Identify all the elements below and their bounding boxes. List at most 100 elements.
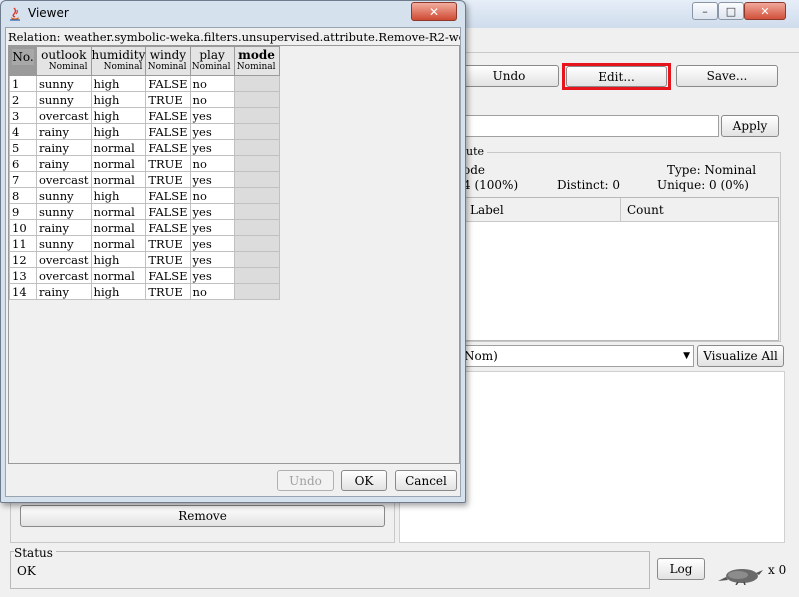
row-number-cell[interactable]: 12 (9, 251, 37, 268)
label-column-header[interactable]: Label (470, 203, 504, 217)
table-cell[interactable]: normal (90, 267, 147, 284)
viewer-titlebar[interactable]: Viewer ✕ (1, 1, 465, 27)
table-cell[interactable]: high (90, 91, 147, 108)
mode-cell[interactable] (233, 171, 280, 188)
table-cell[interactable]: yes (189, 267, 235, 284)
column-header-no[interactable]: No. (9, 46, 37, 76)
row-number-cell[interactable]: 3 (9, 107, 37, 124)
table-cell[interactable]: overcast (36, 251, 92, 268)
column-header-mode[interactable]: mode Nominal (233, 46, 280, 76)
row-number-cell[interactable]: 9 (9, 203, 37, 220)
mode-cell[interactable] (233, 123, 280, 140)
table-cell[interactable]: high (90, 75, 147, 92)
table-cell[interactable]: TRUE (145, 251, 191, 268)
column-header-humidity[interactable]: humidity Nominal (90, 46, 147, 76)
table-cell[interactable]: FALSE (145, 75, 191, 92)
row-number-cell[interactable]: 13 (9, 267, 37, 284)
table-cell[interactable]: sunny (36, 91, 92, 108)
row-number-cell[interactable]: 1 (9, 75, 37, 92)
table-cell[interactable]: overcast (36, 267, 92, 284)
close-button[interactable]: ✕ (744, 2, 786, 20)
visualize-all-button[interactable]: Visualize All (697, 345, 784, 367)
count-column-header[interactable]: Count (627, 203, 664, 217)
table-row[interactable]: 1 sunny high FALSE no (9, 75, 280, 92)
mode-cell[interactable] (233, 107, 280, 124)
mode-cell[interactable] (233, 75, 280, 92)
column-header-play[interactable]: play Nominal (189, 46, 235, 76)
table-cell[interactable]: overcast (36, 171, 92, 188)
save-button[interactable]: Save... (676, 65, 778, 87)
table-cell[interactable]: yes (189, 171, 235, 188)
table-row[interactable]: 2 sunny high TRUE no (9, 91, 280, 108)
table-cell[interactable]: yes (189, 123, 235, 140)
mode-cell[interactable] (233, 283, 280, 300)
ok-button[interactable]: OK (341, 470, 387, 491)
table-cell[interactable]: yes (189, 251, 235, 268)
row-number-cell[interactable]: 8 (9, 187, 37, 204)
mode-cell[interactable] (233, 187, 280, 204)
mode-cell[interactable] (233, 155, 280, 172)
table-cell[interactable]: overcast (36, 107, 92, 124)
table-cell[interactable]: normal (90, 155, 147, 172)
table-cell[interactable]: TRUE (145, 235, 191, 252)
table-cell[interactable]: normal (90, 203, 147, 220)
table-cell[interactable]: high (90, 283, 147, 300)
viewer-undo-button[interactable]: Undo (277, 470, 334, 491)
table-cell[interactable]: rainy (36, 123, 92, 140)
log-button[interactable]: Log (657, 558, 705, 580)
table-cell[interactable]: TRUE (145, 91, 191, 108)
table-cell[interactable]: yes (189, 139, 235, 156)
table-cell[interactable]: TRUE (145, 283, 191, 300)
data-table[interactable]: No. outlook Nominal humidity Nominal windy Nom… (9, 46, 280, 300)
row-number-cell[interactable]: 5 (9, 139, 37, 156)
table-cell[interactable]: high (90, 123, 147, 140)
table-cell[interactable]: rainy (36, 139, 92, 156)
table-row[interactable]: 9 sunny normal FALSE yes (9, 203, 280, 220)
mode-cell[interactable] (233, 139, 280, 156)
apply-button[interactable]: Apply (721, 115, 779, 137)
mode-cell[interactable] (233, 203, 280, 220)
table-cell[interactable]: FALSE (145, 187, 191, 204)
table-cell[interactable]: normal (90, 235, 147, 252)
mode-cell[interactable] (233, 267, 280, 284)
table-row[interactable]: 12 overcast high TRUE yes (9, 251, 280, 268)
table-row[interactable]: 8 sunny high FALSE no (9, 187, 280, 204)
table-cell[interactable]: TRUE (145, 171, 191, 188)
table-cell[interactable]: high (90, 107, 147, 124)
mode-cell[interactable] (233, 235, 280, 252)
minimize-button[interactable]: – (692, 2, 718, 20)
table-cell[interactable]: yes (189, 203, 235, 220)
table-cell[interactable]: FALSE (145, 123, 191, 140)
table-row[interactable]: 3 overcast high FALSE yes (9, 107, 280, 124)
mode-cell[interactable] (233, 219, 280, 236)
table-cell[interactable]: no (189, 75, 235, 92)
undo-button[interactable]: Undo (459, 65, 559, 87)
table-row[interactable]: 10 rainy normal FALSE yes (9, 219, 280, 236)
mode-cell[interactable] (233, 251, 280, 268)
table-cell[interactable]: rainy (36, 219, 92, 236)
table-cell[interactable]: no (189, 155, 235, 172)
maximize-button[interactable]: □ (718, 2, 744, 20)
row-number-cell[interactable]: 4 (9, 123, 37, 140)
table-row[interactable]: 14 rainy high TRUE no (9, 283, 280, 300)
row-number-cell[interactable]: 10 (9, 219, 37, 236)
data-table-viewport[interactable]: No. outlook Nominal humidity Nominal windy Nom… (8, 45, 460, 464)
table-cell[interactable]: sunny (36, 235, 92, 252)
mode-cell[interactable] (233, 91, 280, 108)
table-cell[interactable]: FALSE (145, 139, 191, 156)
table-cell[interactable]: rainy (36, 155, 92, 172)
table-cell[interactable]: yes (189, 235, 235, 252)
viewer-close-button[interactable]: ✕ (411, 2, 457, 21)
table-cell[interactable]: TRUE (145, 155, 191, 172)
table-cell[interactable]: rainy (36, 283, 92, 300)
table-row[interactable]: 11 sunny normal TRUE yes (9, 235, 280, 252)
row-number-cell[interactable]: 7 (9, 171, 37, 188)
table-cell[interactable]: sunny (36, 203, 92, 220)
table-cell[interactable]: sunny (36, 187, 92, 204)
table-cell[interactable]: yes (189, 219, 235, 236)
table-cell[interactable]: normal (90, 171, 147, 188)
table-cell[interactable]: FALSE (145, 267, 191, 284)
table-cell[interactable]: high (90, 251, 147, 268)
table-row[interactable]: 6 rainy normal TRUE no (9, 155, 280, 172)
table-cell[interactable]: FALSE (145, 219, 191, 236)
